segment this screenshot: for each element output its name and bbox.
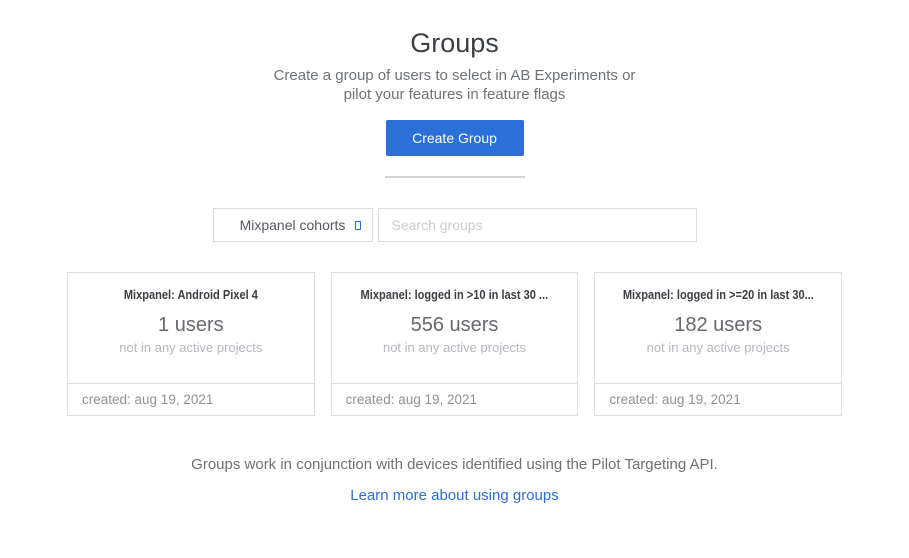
- group-card-logged-in-gte20[interactable]: Mixpanel: logged in >=20 in last 30... 1…: [594, 272, 842, 416]
- groups-page: Groups Create a group of users to select…: [0, 0, 909, 558]
- page-subtitle-line-2: pilot your features in feature flags: [0, 85, 909, 104]
- page-title: Groups: [0, 28, 909, 59]
- page-subtitle-line-1: Create a group of users to select in AB …: [0, 66, 909, 85]
- learn-more-link[interactable]: Learn more about using groups: [350, 487, 558, 504]
- group-title: Mixpanel: logged in >=20 in last 30...: [623, 287, 814, 302]
- group-card-android-pixel-4[interactable]: Mixpanel: Android Pixel 4 1 users not in…: [67, 272, 315, 416]
- group-title: Mixpanel: logged in >10 in last 30 ...: [361, 287, 549, 302]
- group-card-body: Mixpanel: Android Pixel 4 1 users not in…: [68, 273, 314, 383]
- group-created-date: created: aug 19, 2021: [68, 383, 314, 415]
- cohort-source-dropdown-label: Mixpanel cohorts: [240, 217, 346, 233]
- groups-list: Mixpanel: Android Pixel 4 1 users not in…: [67, 272, 842, 416]
- dropdown-indicator-icon: [355, 221, 361, 230]
- search-groups-input[interactable]: [378, 208, 697, 242]
- group-projects-note: not in any active projects: [595, 340, 841, 355]
- group-projects-note: not in any active projects: [332, 340, 578, 355]
- create-group-button[interactable]: Create Group: [386, 120, 524, 156]
- group-user-count: 556 users: [332, 314, 578, 337]
- footer-info-text: Groups work in conjunction with devices …: [0, 456, 909, 473]
- group-title: Mixpanel: Android Pixel 4: [124, 287, 258, 302]
- group-projects-note: not in any active projects: [68, 340, 314, 355]
- group-card-body: Mixpanel: logged in >=20 in last 30... 1…: [595, 273, 841, 383]
- group-card-body: Mixpanel: logged in >10 in last 30 ... 5…: [332, 273, 578, 383]
- cohort-source-dropdown[interactable]: Mixpanel cohorts: [213, 208, 373, 242]
- section-divider: [385, 176, 525, 178]
- group-user-count: 182 users: [595, 314, 841, 337]
- filter-row: Mixpanel cohorts: [0, 208, 909, 242]
- page-subtitle: Create a group of users to select in AB …: [0, 66, 909, 104]
- group-created-date: created: aug 19, 2021: [595, 383, 841, 415]
- group-card-logged-in-gt10[interactable]: Mixpanel: logged in >10 in last 30 ... 5…: [331, 272, 579, 416]
- group-created-date: created: aug 19, 2021: [332, 383, 578, 415]
- group-user-count: 1 users: [68, 314, 314, 337]
- learn-more-row: Learn more about using groups: [0, 473, 909, 505]
